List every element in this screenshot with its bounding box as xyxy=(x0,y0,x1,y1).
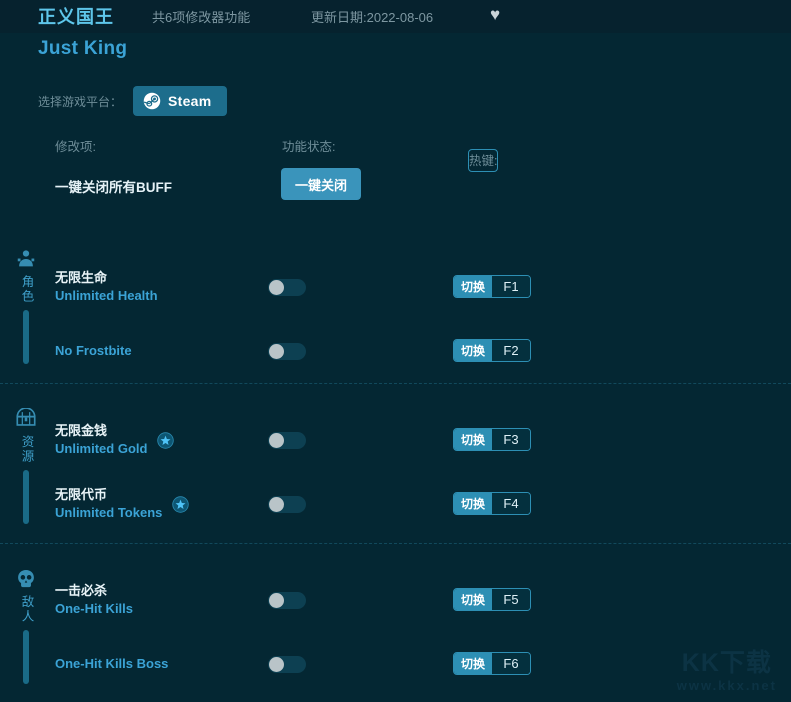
disable-all-buffs-label: 一键关闭所有BUFF xyxy=(55,180,172,195)
cheat-name-en: Unlimited Tokens xyxy=(55,505,163,520)
cheat-toggle[interactable] xyxy=(268,432,306,449)
toggle-knob xyxy=(269,433,284,448)
hotkey-key-label: F4 xyxy=(492,493,531,514)
cheat-name-group: 一击必杀 One-Hit Kills xyxy=(55,575,133,625)
hotkey-action-label: 切换 xyxy=(454,589,493,610)
section-separator xyxy=(0,383,791,384)
update-date-label: 更新日期:2022-08-06 xyxy=(311,10,434,25)
platform-selector-row: 选择游戏平台： Steam xyxy=(0,86,791,116)
cheat-name-group: 无限代币 Unlimited Tokens xyxy=(55,479,190,529)
cheat-row: No Frostbite 切换 F2 xyxy=(0,326,791,376)
hotkey-key-label: F2 xyxy=(492,340,531,361)
cheat-name-text: 无限金钱 Unlimited Gold xyxy=(55,422,147,458)
cheat-name-text: 无限代币 Unlimited Tokens xyxy=(55,486,162,522)
cheat-row: 无限代币 Unlimited Tokens 切换 F4 xyxy=(0,479,791,529)
star-badge-icon xyxy=(172,495,190,513)
disable-all-buffs-button[interactable]: 一键关闭 xyxy=(281,168,361,200)
hotkey-action-label: 切换 xyxy=(454,340,493,361)
cheat-name-group: One-Hit Kills Boss xyxy=(55,639,168,689)
hotkey-action-label: 切换 xyxy=(454,276,493,297)
section-enemies: 敌人 一击必杀 One-Hit Kills 切换 F5 One-Hit Kills Bos… xyxy=(0,560,791,700)
platform-steam-button[interactable]: Steam xyxy=(133,86,227,116)
cheat-row: 无限生命 Unlimited Health 切换 F1 xyxy=(0,262,791,312)
cheat-hotkey-button[interactable]: 切换 F1 xyxy=(453,275,532,298)
toggle-knob xyxy=(269,593,284,608)
cheat-hotkey-button[interactable]: 切换 F3 xyxy=(453,428,532,451)
heart-icon[interactable]: ♥ xyxy=(490,6,500,23)
disable-all-buffs-row: 一键关闭所有BUFF 一键关闭 xyxy=(0,168,791,204)
toggle-knob xyxy=(269,497,284,512)
hotkey-action-label: 切换 xyxy=(454,429,493,450)
cheat-name-text: 一击必杀 One-Hit Kills xyxy=(55,582,133,618)
feature-count-label: 共6项修改器功能 xyxy=(152,10,251,25)
section-resources: 资源 无限金钱 Unlimited Gold 切换 F3 无限代币 Unlimited To… xyxy=(0,400,791,540)
cheat-name-en: One-Hit Kills xyxy=(55,601,134,616)
cheat-name-cn: 无限代币 xyxy=(55,487,108,502)
steam-icon xyxy=(143,92,161,110)
cheat-name-text: No Frostbite xyxy=(55,342,132,360)
cheat-name-en: No Frostbite xyxy=(55,343,132,358)
star-badge-icon xyxy=(157,431,175,449)
hotkey-key-label: F6 xyxy=(492,653,531,674)
cheat-name-cn: 无限生命 xyxy=(55,270,108,285)
toggle-knob xyxy=(269,344,284,359)
cheat-toggle[interactable] xyxy=(268,592,306,609)
hotkey-key-label: F5 xyxy=(492,589,531,610)
cheat-hotkey-button[interactable]: 切换 F4 xyxy=(453,492,532,515)
cheat-name-group: No Frostbite xyxy=(55,326,132,376)
cheat-toggle[interactable] xyxy=(268,279,306,296)
cheat-name-group: 无限金钱 Unlimited Gold xyxy=(55,415,175,465)
cheat-toggle[interactable] xyxy=(268,343,306,360)
cheat-hotkey-button[interactable]: 切换 F6 xyxy=(453,652,532,675)
hotkey-key-label: F1 xyxy=(492,276,531,297)
toggle-knob xyxy=(269,657,284,672)
section-character: 角色 无限生命 Unlimited Health 切换 F1 No Frostbite 切换… xyxy=(0,240,791,380)
cheat-hotkey-button[interactable]: 切换 F2 xyxy=(453,339,532,362)
cheat-row: One-Hit Kills Boss 切换 F6 xyxy=(0,639,791,689)
cheat-name-en: One-Hit Kills Boss xyxy=(55,656,169,671)
column-header-mod: 修改项: xyxy=(55,140,96,154)
hotkey-key-label: F3 xyxy=(492,429,531,450)
cheat-name-en: Unlimited Gold xyxy=(55,441,148,456)
column-header-state: 功能状态: xyxy=(282,140,336,154)
page-title-cn: 正义国王 xyxy=(38,7,114,27)
cheat-hotkey-button[interactable]: 切换 F5 xyxy=(453,588,532,611)
cheat-name-cn: 一击必杀 xyxy=(55,583,108,598)
section-separator xyxy=(0,543,791,544)
platform-steam-label: Steam xyxy=(168,93,212,109)
page-title-en: Just King xyxy=(38,38,128,59)
cheat-row: 无限金钱 Unlimited Gold 切换 F3 xyxy=(0,415,791,465)
cheat-toggle[interactable] xyxy=(268,496,306,513)
cheat-name-text: One-Hit Kills Boss xyxy=(55,655,168,673)
platform-label: 选择游戏平台： xyxy=(38,95,123,109)
toggle-knob xyxy=(269,280,284,295)
hotkey-action-label: 切换 xyxy=(454,653,493,674)
cheat-name-cn: 无限金钱 xyxy=(55,423,108,438)
hotkey-action-label: 切换 xyxy=(454,493,493,514)
cheat-toggle[interactable] xyxy=(268,656,306,673)
cheat-name-group: 无限生命 Unlimited Health xyxy=(55,262,158,312)
cheat-name-en: Unlimited Health xyxy=(55,288,158,303)
cheat-name-text: 无限生命 Unlimited Health xyxy=(55,269,158,305)
cheat-row: 一击必杀 One-Hit Kills 切换 F5 xyxy=(0,575,791,625)
column-headers: 修改项: 功能状态: 热键: xyxy=(0,136,791,172)
